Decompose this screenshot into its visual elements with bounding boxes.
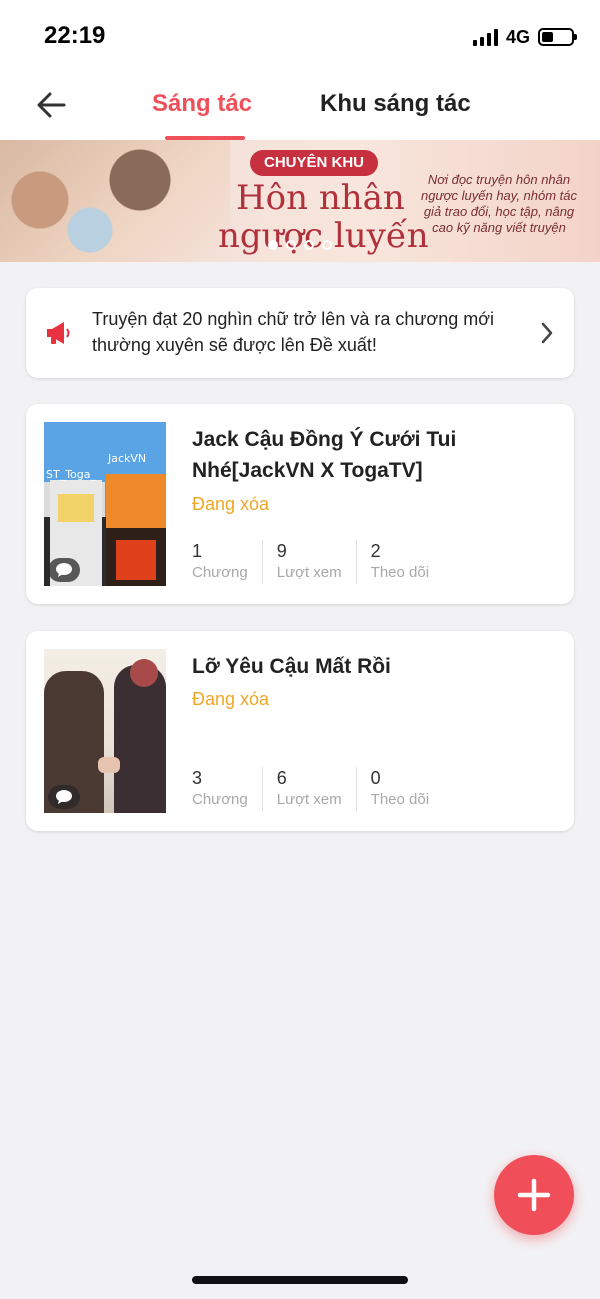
stat-label: Chương — [192, 564, 248, 581]
story-status: Đang xóa — [192, 689, 270, 709]
stat-views: 9 Lượt xem — [277, 540, 357, 584]
cover-character-hair — [130, 659, 158, 687]
back-button[interactable] — [34, 88, 68, 122]
create-story-button[interactable] — [494, 1155, 574, 1235]
stat-views: 6 Lượt xem — [277, 767, 357, 811]
stat-value: 3 — [192, 768, 203, 788]
megaphone-icon — [47, 322, 70, 344]
chevron-right-icon — [541, 322, 553, 344]
arrow-left-icon — [37, 92, 66, 118]
stat-label: Theo dõi — [370, 791, 430, 808]
banner-illustration — [0, 140, 230, 262]
banner-description: Nơi đọc truyện hôn nhân ngược luyến hay,… — [420, 172, 578, 235]
battery-icon — [538, 28, 577, 46]
network-type: 4G — [505, 26, 530, 47]
story-status: Đang xóa — [192, 494, 270, 514]
pagination-dot[interactable] — [304, 240, 314, 250]
tab-khu-sang-tac[interactable]: Khu sáng tác — [320, 90, 471, 118]
story-title[interactable]: Jack Cậu Đồng Ý Cưới Tui Nhé[JackVN X To… — [192, 424, 552, 486]
comment-icon — [56, 563, 72, 577]
cover-character — [114, 665, 166, 813]
story-cover[interactable] — [44, 649, 166, 813]
stat-value: 6 — [276, 768, 287, 788]
status-indicators: 4G — [472, 26, 577, 48]
story-title[interactable]: Lỡ Yêu Cậu Mất Rồi — [192, 651, 552, 682]
stat-label: Lượt xem — [276, 564, 342, 581]
stat-followers: 0 Theo dõi — [371, 767, 443, 811]
status-bar: 22:19 4G — [0, 0, 600, 72]
status-time: 22:19 — [44, 22, 106, 49]
comment-icon — [56, 790, 72, 804]
banner-title-line2: ngược luyến — [218, 216, 429, 256]
story-stats: 3 Chương 6 Lượt xem 0 Theo dõi — [192, 767, 457, 811]
stat-value: 2 — [370, 541, 381, 561]
story-cover[interactable]: ST_Toga_ JackVN — [44, 422, 166, 586]
cover-text: ST_Toga_ — [46, 468, 97, 481]
stat-label: Theo dõi — [370, 564, 430, 581]
stat-chapters: 3 Chương — [192, 767, 263, 811]
stat-value: 0 — [370, 768, 381, 788]
stat-followers: 2 Theo dõi — [371, 540, 443, 584]
comment-badge — [48, 558, 80, 582]
story-card[interactable]: ST_Toga_ JackVN Jack Cậu Đồng Ý Cưới Tui… — [26, 404, 574, 604]
cover-character — [106, 474, 166, 586]
banner-pagination — [268, 240, 332, 250]
notice-text: Truyện đạt 20 nghìn chữ trở lên và ra ch… — [92, 309, 495, 355]
story-stats: 1 Chương 9 Lượt xem 2 Theo dõi — [192, 540, 457, 584]
banner-title-line1: Hôn nhân — [236, 178, 405, 218]
cover-hands — [98, 757, 120, 773]
home-indicator[interactable] — [192, 1276, 408, 1284]
cover-text: JackVN — [108, 452, 147, 465]
story-card[interactable]: Lỡ Yêu Cậu Mất Rồi Đang xóa 3 Chương 6 L… — [26, 631, 574, 831]
comment-badge — [48, 785, 80, 809]
header: Sáng tác Khu sáng tác — [0, 72, 600, 140]
pagination-dot[interactable] — [322, 240, 332, 250]
tab-sang-tac[interactable]: Sáng tác — [152, 90, 252, 118]
banner-tag: CHUYÊN KHU — [250, 150, 378, 176]
stat-label: Chương — [192, 791, 248, 808]
pagination-dot[interactable] — [268, 240, 278, 250]
notice-card[interactable]: Truyện đạt 20 nghìn chữ trở lên và ra ch… — [26, 288, 574, 378]
stat-value: 1 — [192, 541, 203, 561]
plus-icon — [517, 1178, 551, 1212]
stat-label: Lượt xem — [276, 791, 342, 808]
pagination-dot[interactable] — [286, 240, 296, 250]
signal-icon — [472, 28, 498, 46]
stat-value: 9 — [276, 541, 287, 561]
stat-chapters: 1 Chương — [192, 540, 263, 584]
